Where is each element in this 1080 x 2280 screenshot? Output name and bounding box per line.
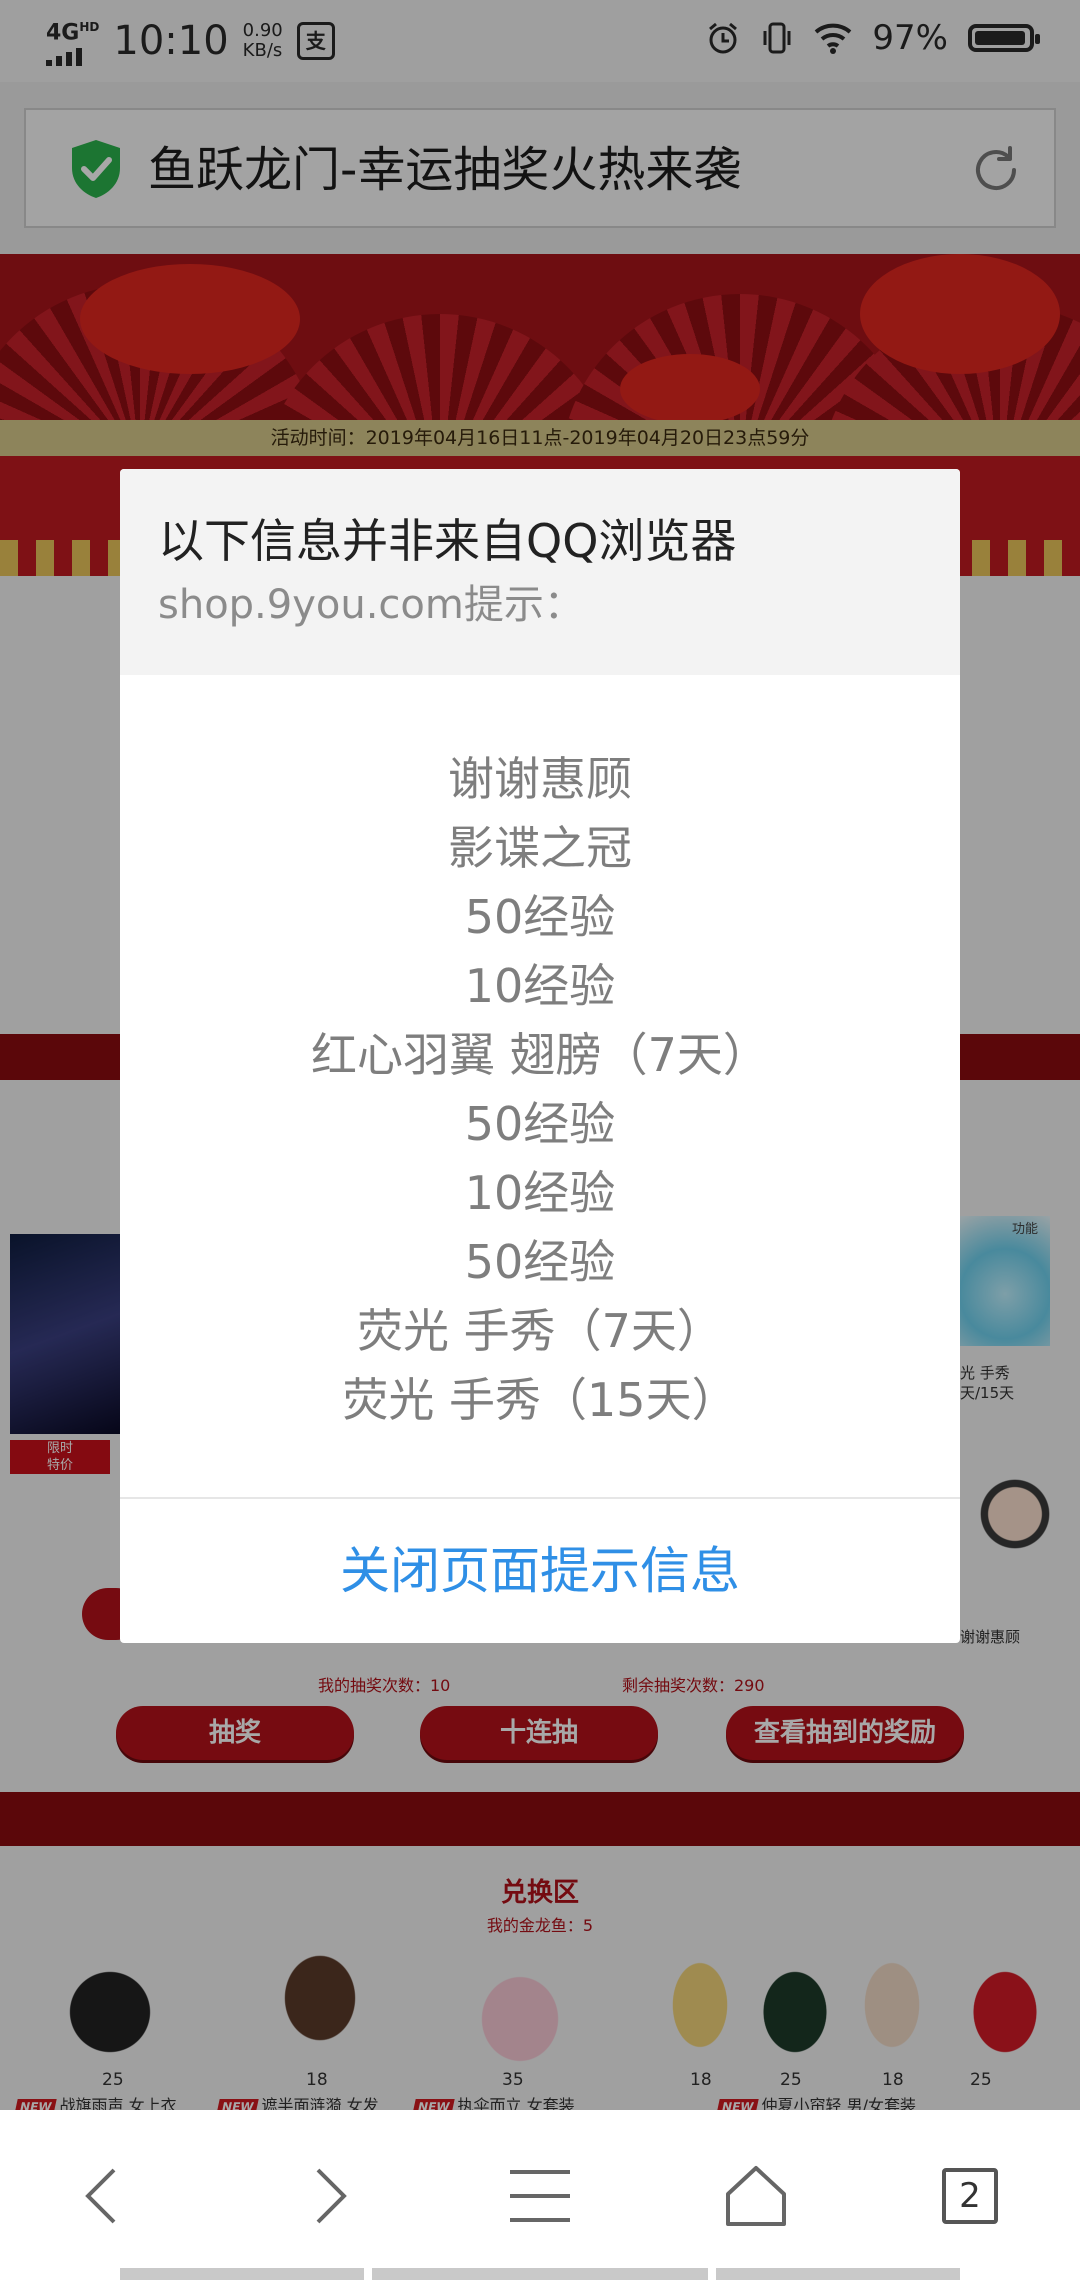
menu-icon[interactable] (500, 2156, 580, 2236)
gesture-bar (120, 2268, 364, 2280)
dialog-message-line: 10经验 (464, 1166, 616, 1220)
tab-count-button[interactable]: 2 (942, 2168, 998, 2224)
dialog-message-line: 谢谢惠顾 (448, 752, 632, 806)
dialog-message-line: 红心羽翼 翅膀（7天） (311, 1028, 769, 1082)
home-icon[interactable] (716, 2156, 796, 2236)
dialog-message-line: 影谍之冠 (448, 821, 632, 875)
alert-dialog: 以下信息并非来自QQ浏览器 shop.9you.com提示： 谢谢惠顾 影谍之冠… (120, 469, 960, 1643)
dialog-message: 谢谢惠顾 影谍之冠 50经验 10经验 红心羽翼 翅膀（7天） 50经验 10经… (120, 745, 960, 1435)
dialog-title: 以下信息并非来自QQ浏览器 (158, 514, 737, 568)
dialog-message-line: 50经验 (464, 1097, 616, 1151)
dialog-message-line: 10经验 (464, 959, 616, 1013)
dialog-message-line: 荧光 手秀（7天） (357, 1304, 723, 1358)
chevron-right-icon[interactable] (286, 2156, 366, 2236)
dialog-header: 以下信息并非来自QQ浏览器 shop.9you.com提示： (120, 469, 960, 675)
gesture-bar (716, 2268, 960, 2280)
dialog-message-line: 50经验 (464, 1235, 616, 1289)
gesture-bar (372, 2268, 708, 2280)
bottom-navigation (0, 2110, 1080, 2280)
chevron-left-icon[interactable] (66, 2156, 146, 2236)
dialog-subtitle: shop.9you.com提示： (158, 582, 584, 628)
dialog-message-line: 荧光 手秀（15天） (342, 1373, 738, 1427)
dialog-message-line: 50经验 (464, 890, 616, 944)
close-dialog-button[interactable]: 关闭页面提示信息 (120, 1499, 960, 1643)
